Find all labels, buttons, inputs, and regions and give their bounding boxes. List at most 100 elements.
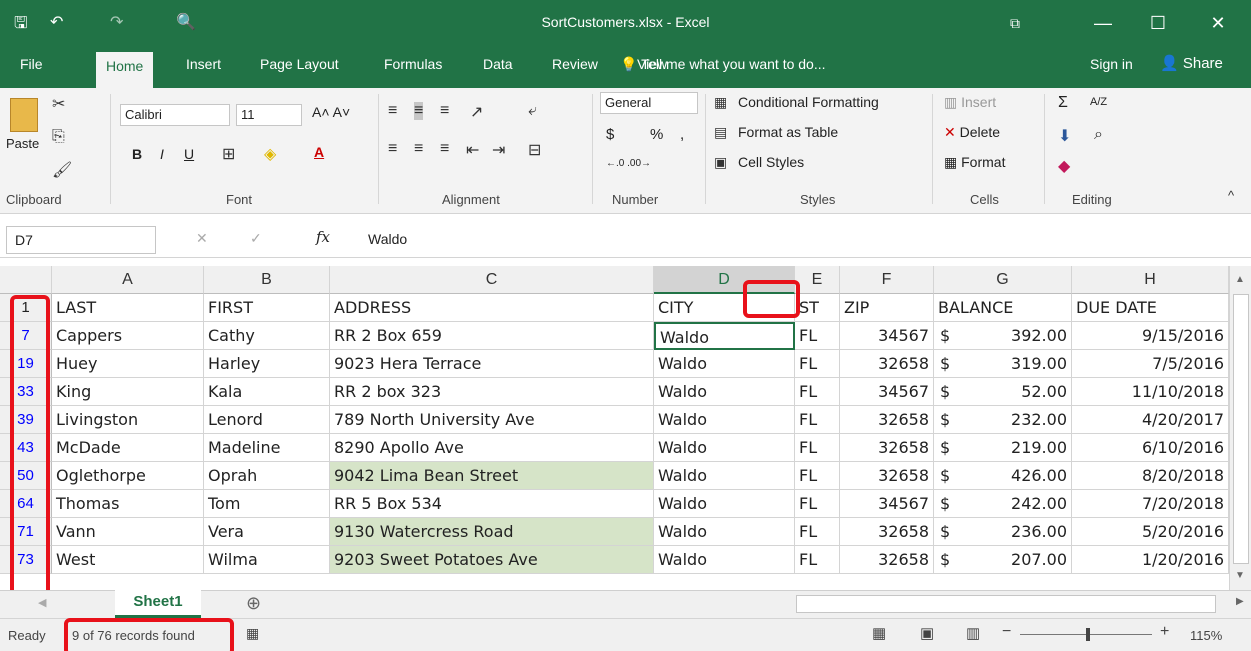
tell-me-search[interactable]: 💡 Tell me what you want to do... xyxy=(620,56,826,73)
share-button[interactable]: 👤 Share xyxy=(1160,54,1223,72)
insert-function-icon[interactable]: fx xyxy=(316,228,330,246)
cancel-edit-icon[interactable]: ✕ xyxy=(196,230,208,247)
tab-insert[interactable]: Insert xyxy=(186,56,221,72)
column-header-c[interactable]: C xyxy=(330,266,654,294)
cell-balance[interactable]: $426.00 xyxy=(934,462,1072,490)
cell-st[interactable]: FL xyxy=(795,490,840,518)
decrease-indent-icon[interactable]: ⇤ xyxy=(466,140,479,160)
align-center-icon[interactable]: ≡ xyxy=(414,140,423,158)
borders-icon[interactable]: ⊞ xyxy=(222,144,235,164)
cell-balance[interactable]: $242.00 xyxy=(934,490,1072,518)
cell-st[interactable]: FL xyxy=(795,406,840,434)
increase-decimal-icon[interactable]: ←.0 .00→ xyxy=(606,158,651,169)
scroll-up-icon[interactable]: ▲ xyxy=(1235,274,1245,285)
cell-address[interactable]: 9130 Watercress Road xyxy=(330,518,654,546)
cell-first[interactable]: Wilma xyxy=(204,546,330,574)
cell-zip[interactable]: 32658 xyxy=(840,462,934,490)
cell-due[interactable]: 6/10/2016 xyxy=(1072,434,1229,462)
column-header-b[interactable]: B xyxy=(204,266,330,294)
align-top-icon[interactable]: ≡ xyxy=(388,102,397,120)
cell-last[interactable]: Livingston xyxy=(52,406,204,434)
cell-zip[interactable]: 34567 xyxy=(840,490,934,518)
column-header-a[interactable]: A xyxy=(52,266,204,294)
zoom-level[interactable]: 115% xyxy=(1190,628,1222,643)
format-as-table-button[interactable]: Format as Table xyxy=(738,124,838,140)
cell-first[interactable]: Harley xyxy=(204,350,330,378)
paste-button[interactable]: Paste xyxy=(6,136,39,151)
copy-icon[interactable]: ⎘ xyxy=(52,128,65,146)
cell-balance[interactable]: $219.00 xyxy=(934,434,1072,462)
cell-city[interactable]: Waldo xyxy=(654,518,795,546)
new-sheet-button[interactable]: ⊕ xyxy=(246,593,261,614)
cell-last[interactable]: Oglethorpe xyxy=(52,462,204,490)
cell-st[interactable]: FL xyxy=(795,378,840,406)
wrap-text-icon[interactable]: ⤶ xyxy=(528,102,537,120)
grow-font-icon[interactable]: A˄ A˅ xyxy=(312,104,350,120)
align-middle-icon[interactable]: ≡ xyxy=(414,102,424,120)
cell-balance[interactable]: $236.00 xyxy=(934,518,1072,546)
cell-zip[interactable]: 32658 xyxy=(840,546,934,574)
cell-due[interactable]: 8/20/2018 xyxy=(1072,462,1229,490)
cell-balance[interactable]: $52.00 xyxy=(934,378,1072,406)
sign-in-link[interactable]: Sign in xyxy=(1090,56,1133,72)
cell-last[interactable]: Cappers xyxy=(52,322,204,350)
cell-address[interactable]: RR 2 Box 659 xyxy=(330,322,654,350)
cell-address[interactable]: 9042 Lima Bean Street xyxy=(330,462,654,490)
cell-city[interactable]: Waldo xyxy=(654,546,795,574)
cell-st[interactable]: FL xyxy=(795,546,840,574)
paste-icon[interactable] xyxy=(10,98,38,132)
column-header-h[interactable]: H xyxy=(1072,266,1229,294)
align-left-icon[interactable]: ≡ xyxy=(388,140,397,158)
number-format-select[interactable]: General xyxy=(600,92,698,114)
fill-color-icon[interactable]: ◈ xyxy=(264,144,276,164)
cell-due[interactable]: 11/10/2018 xyxy=(1072,378,1229,406)
tab-formulas[interactable]: Formulas xyxy=(384,56,442,72)
cell-due[interactable]: 5/20/2016 xyxy=(1072,518,1229,546)
cell-zip[interactable]: 34567 xyxy=(840,322,934,350)
cell-balance[interactable]: $207.00 xyxy=(934,546,1072,574)
fill-icon[interactable]: ⬇ xyxy=(1058,126,1071,146)
tab-data[interactable]: Data xyxy=(483,56,513,72)
percent-button[interactable]: % xyxy=(650,126,663,143)
cell-first[interactable]: Madeline xyxy=(204,434,330,462)
cell-city[interactable]: Waldo xyxy=(654,322,795,350)
cell-due[interactable]: 9/15/2016 xyxy=(1072,322,1229,350)
cell-st[interactable]: FL xyxy=(795,434,840,462)
align-right-icon[interactable]: ≡ xyxy=(440,140,449,158)
close-button[interactable]: ✕ xyxy=(1195,8,1241,38)
header-cell-due[interactable]: DUE DATE xyxy=(1072,294,1229,322)
collapse-ribbon-icon[interactable]: ^ xyxy=(1228,188,1234,203)
cell-st[interactable]: FL xyxy=(795,322,840,350)
scroll-right-icon[interactable]: ▶ xyxy=(1236,596,1244,607)
cell-city[interactable]: Waldo xyxy=(654,378,795,406)
italic-button[interactable]: I xyxy=(160,146,164,162)
cell-city[interactable]: Waldo xyxy=(654,490,795,518)
cell-first[interactable]: Tom xyxy=(204,490,330,518)
vertical-scrollbar[interactable]: ▲ ▼ xyxy=(1229,266,1251,590)
sort-filter-button[interactable]: A/Z xyxy=(1090,96,1107,108)
minimize-button[interactable]: — xyxy=(1080,8,1126,38)
header-cell-zip[interactable]: ZIP xyxy=(840,294,934,322)
horizontal-scrollbar[interactable] xyxy=(796,595,1216,613)
tab-page-layout[interactable]: Page Layout xyxy=(260,56,339,72)
column-header-g[interactable]: G xyxy=(934,266,1072,294)
cell-zip[interactable]: 32658 xyxy=(840,350,934,378)
cell-last[interactable]: Thomas xyxy=(52,490,204,518)
cell-balance[interactable]: $392.00 xyxy=(934,322,1072,350)
cell-address[interactable]: 8290 Apollo Ave xyxy=(330,434,654,462)
header-cell-balance[interactable]: BALANCE xyxy=(934,294,1072,322)
cell-city[interactable]: Waldo xyxy=(654,434,795,462)
scroll-thumb[interactable] xyxy=(1233,294,1249,564)
underline-button[interactable]: U xyxy=(184,146,194,162)
cell-address[interactable]: 789 North University Ave xyxy=(330,406,654,434)
page-layout-view-icon[interactable]: ▣ xyxy=(920,624,934,642)
confirm-edit-icon[interactable]: ✓ xyxy=(250,230,262,247)
zoom-slider-thumb[interactable] xyxy=(1086,628,1090,641)
macro-recording-icon[interactable]: ▦ xyxy=(246,625,259,642)
cell-first[interactable]: Cathy xyxy=(204,322,330,350)
cell-address[interactable]: RR 5 Box 534 xyxy=(330,490,654,518)
comma-button[interactable]: , xyxy=(680,126,684,143)
currency-button[interactable]: $ xyxy=(606,126,614,143)
cut-icon[interactable]: ✂ xyxy=(52,94,65,114)
ribbon-display-options-icon[interactable]: ⧉ xyxy=(992,8,1038,38)
